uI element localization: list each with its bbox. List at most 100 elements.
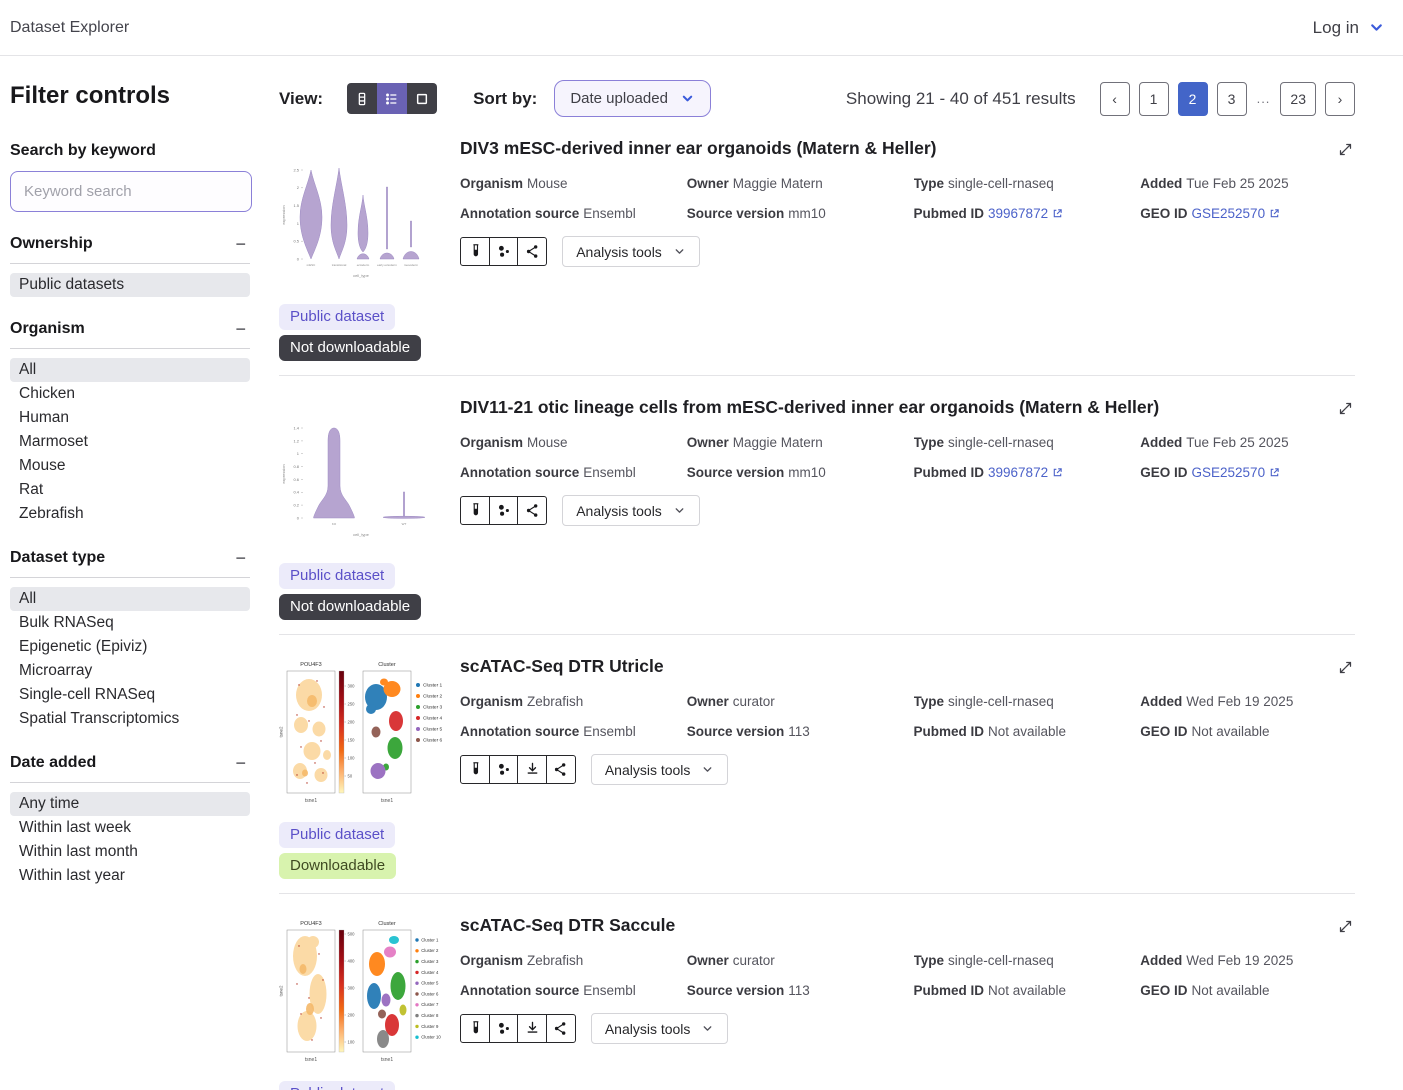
- field-value: Tue Feb 25 2025: [1186, 435, 1288, 450]
- collapse-section-button[interactable]: −: [233, 320, 248, 338]
- clusters-button[interactable]: [489, 1014, 519, 1043]
- tsne-plot-thumbnail: POU4F3 Cluster tsne2: [279, 914, 442, 1074]
- chevron-down-icon: [1368, 19, 1385, 36]
- external-link-icon: [1269, 208, 1280, 219]
- collapse-section-button[interactable]: −: [233, 235, 248, 253]
- divider: [10, 782, 250, 783]
- x-axis-label: cell_type: [353, 273, 370, 278]
- view-toggle-card[interactable]: [407, 83, 437, 114]
- field-value[interactable]: GSE252570: [1192, 206, 1266, 221]
- chevron-down-icon: [673, 245, 686, 258]
- tag-public-dataset: Public dataset: [279, 822, 395, 848]
- sort-dropdown[interactable]: Date uploaded: [554, 80, 711, 117]
- clusters-button[interactable]: [489, 237, 519, 266]
- filter-option[interactable]: Within last year: [10, 864, 250, 888]
- collapse-section-button[interactable]: −: [233, 754, 248, 772]
- filter-option[interactable]: All: [10, 358, 250, 382]
- share-button[interactable]: [546, 755, 576, 784]
- field-value[interactable]: GSE252570: [1192, 465, 1266, 480]
- field-value: Ensembl: [583, 465, 636, 480]
- filter-option[interactable]: Within last week: [10, 816, 250, 840]
- field-value: single-cell-rnaseq: [948, 694, 1054, 709]
- page-button-3[interactable]: 3: [1217, 82, 1247, 116]
- filter-option[interactable]: Human: [10, 406, 250, 430]
- share-button[interactable]: [517, 496, 547, 525]
- samples-button[interactable]: [460, 237, 490, 266]
- collapse-section-button[interactable]: −: [233, 549, 248, 567]
- field-value[interactable]: 39967872: [988, 206, 1048, 221]
- field-value[interactable]: 39967872: [988, 465, 1048, 480]
- filter-option[interactable]: Spatial Transcriptomics: [10, 707, 250, 731]
- expand-button[interactable]: [1336, 140, 1355, 162]
- filter-option[interactable]: Public datasets: [10, 273, 250, 297]
- samples-button[interactable]: [460, 1014, 490, 1043]
- external-link-icon: [1052, 467, 1063, 478]
- next-page-button[interactable]: ›: [1325, 82, 1355, 116]
- clusters-icon: [495, 1020, 512, 1037]
- page-button-2[interactable]: 2: [1178, 82, 1208, 116]
- share-button[interactable]: [546, 1014, 576, 1043]
- filter-option[interactable]: All: [10, 587, 250, 611]
- field-label: Added: [1140, 694, 1182, 709]
- thumbnail-column: POU4F3 Cluster tsne2: [279, 655, 460, 879]
- dataset-card: expression 1.4 1.2 1 0.8 0.6 0.4 0.2 0: [279, 376, 1355, 635]
- view-toggle-group: [347, 83, 437, 114]
- svg-text:400: 400: [348, 958, 356, 963]
- dataset-field: Typesingle-cell-rnaseq: [914, 694, 1129, 709]
- filter-option[interactable]: Within last month: [10, 840, 250, 864]
- filter-option[interactable]: Bulk RNASeq: [10, 611, 250, 635]
- filter-option[interactable]: Zebrafish: [10, 502, 250, 526]
- divider: [10, 348, 250, 349]
- field-value: Maggie Matern: [733, 435, 823, 450]
- filter-option[interactable]: Rat: [10, 478, 250, 502]
- analysis-tools-dropdown[interactable]: Analysis tools: [562, 236, 700, 267]
- filter-option[interactable]: Chicken: [10, 382, 250, 406]
- samples-button[interactable]: [460, 755, 490, 784]
- analysis-tools-dropdown[interactable]: Analysis tools: [562, 495, 700, 526]
- page-button-23[interactable]: 23: [1280, 82, 1316, 116]
- analysis-tools-dropdown[interactable]: Analysis tools: [591, 1013, 729, 1044]
- prev-page-button[interactable]: ‹: [1100, 82, 1130, 116]
- section-title: Organism: [10, 320, 85, 338]
- download-button[interactable]: [517, 1014, 547, 1043]
- dataset-field: GEO IDNot available: [1140, 983, 1355, 998]
- dataset-thumbnail: expression 2.5 2 1.5 1 0.5 0: [279, 137, 442, 297]
- divider: [10, 577, 250, 578]
- clusters-button[interactable]: [489, 496, 519, 525]
- page-button-1[interactable]: 1: [1139, 82, 1169, 116]
- tag-public-dataset: Public dataset: [279, 304, 395, 330]
- card-title: DIV3 mESC-derived inner ear organoids (M…: [460, 138, 1355, 159]
- search-input[interactable]: [10, 171, 252, 212]
- svg-text:Cluster 7: Cluster 7: [421, 1002, 439, 1007]
- share-button[interactable]: [517, 237, 547, 266]
- svg-text:Cluster 5: Cluster 5: [423, 727, 442, 733]
- download-button[interactable]: [517, 755, 547, 784]
- field-label: Source version: [687, 983, 785, 998]
- cluster-legend: Cluster 1 Cluster 2 Cluster 3 Cluster 4 …: [416, 683, 442, 744]
- analysis-tools-dropdown[interactable]: Analysis tools: [591, 754, 729, 785]
- filter-option[interactable]: Mouse: [10, 454, 250, 478]
- pagination: ‹ 1 2 3 ... 23 ›: [1100, 82, 1355, 116]
- login-button[interactable]: Log in: [1313, 18, 1385, 38]
- view-toggle-compact[interactable]: [347, 83, 377, 114]
- card-title: DIV11-21 otic lineage cells from mESC-de…: [460, 397, 1355, 418]
- expand-button[interactable]: [1336, 917, 1355, 939]
- section-title: Ownership: [10, 235, 93, 253]
- filter-option[interactable]: Epigenetic (Epiviz): [10, 635, 250, 659]
- filter-option[interactable]: Any time: [10, 792, 250, 816]
- field-label: Type: [914, 176, 945, 191]
- filter-option[interactable]: Microarray: [10, 659, 250, 683]
- view-toggle-list[interactable]: [377, 83, 407, 114]
- filter-option[interactable]: Marmoset: [10, 430, 250, 454]
- violin-plot-thumbnail: expression 2.5 2 1.5 1 0.5 0: [279, 137, 442, 297]
- clusters-button[interactable]: [489, 755, 519, 784]
- svg-text:Cluster 9: Cluster 9: [421, 1024, 439, 1029]
- svg-text:1: 1: [297, 451, 300, 456]
- field-label: GEO ID: [1140, 465, 1187, 480]
- filter-option[interactable]: Single-cell RNASeq: [10, 683, 250, 707]
- samples-button[interactable]: [460, 496, 490, 525]
- svg-text:1: 1: [297, 221, 300, 226]
- expand-button[interactable]: [1336, 399, 1355, 421]
- dataset-field: Typesingle-cell-rnaseq: [914, 176, 1129, 191]
- expand-button[interactable]: [1336, 658, 1355, 680]
